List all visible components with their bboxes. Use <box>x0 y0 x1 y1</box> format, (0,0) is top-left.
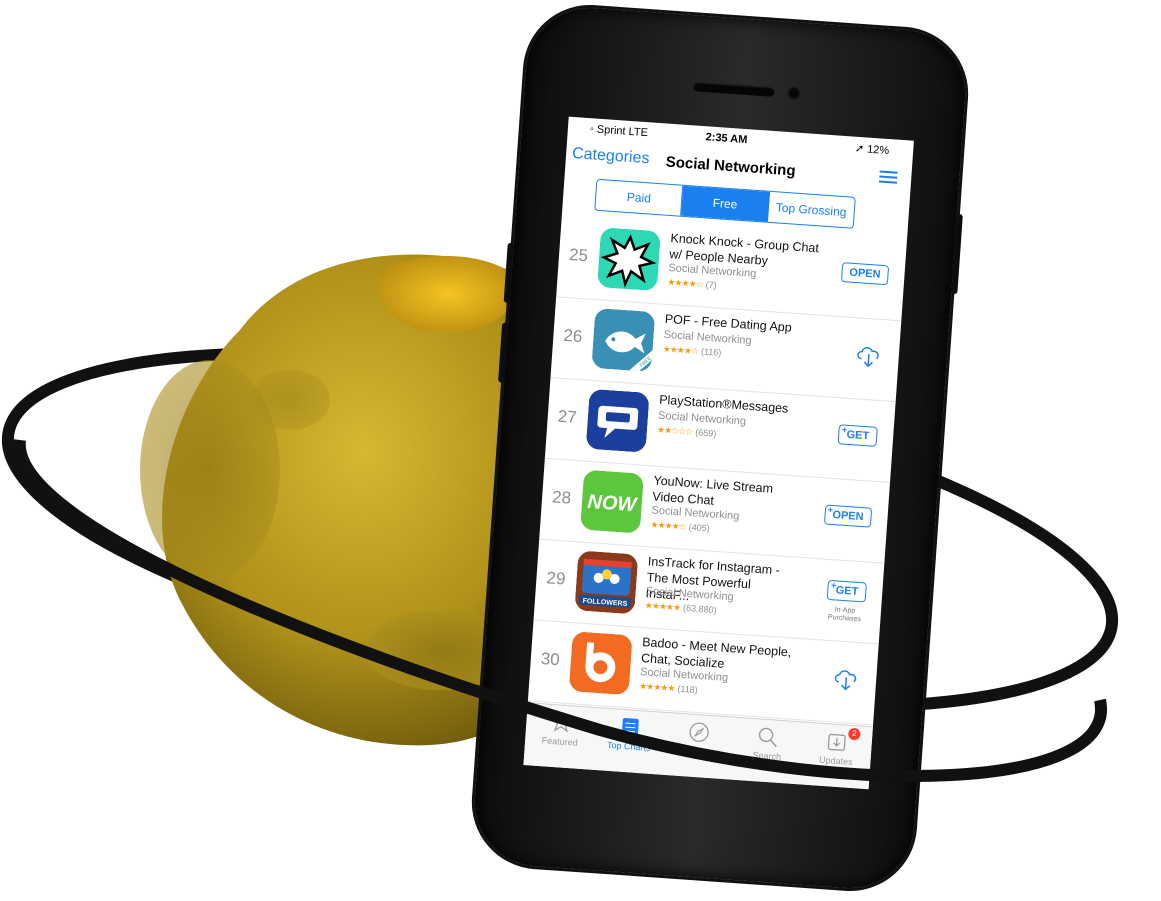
app-rating: ★★★★☆ (116) <box>662 344 721 359</box>
rank-number: 28 <box>551 487 572 508</box>
tab-explore[interactable]: Explore <box>661 713 734 780</box>
clock: 2:35 AM <box>705 131 748 147</box>
pof-app-icon: FREE <box>591 307 656 373</box>
carrier-label: ◦ Sprint LTE <box>589 123 649 140</box>
rating-count: (118) <box>677 683 699 696</box>
app-rating: ★★★★★ (118) <box>639 681 698 696</box>
tab-label: Top Charts <box>606 739 651 753</box>
star-icon <box>550 711 573 733</box>
rating-count: (659) <box>695 427 717 439</box>
rank-number: 30 <box>540 649 561 670</box>
instrack-app-icon: FOLLOWERS <box>574 550 639 615</box>
tab-updates[interactable]: 2 Updates <box>800 723 873 790</box>
open-button[interactable]: + OPEN <box>823 504 873 528</box>
rating-count: (7) <box>705 279 718 291</box>
rank-number: 27 <box>557 406 578 427</box>
rating-count: (405) <box>688 522 711 534</box>
crater-small <box>250 370 330 430</box>
playstation-messages-app-icon <box>585 388 650 453</box>
star-rating-icon: ★★★★☆ <box>667 276 704 290</box>
open-button-label: OPEN <box>831 509 864 524</box>
app-rating: ★★☆☆☆ (659) <box>657 425 717 440</box>
badoo-app-icon <box>568 631 633 696</box>
knock-knock-app-icon <box>596 227 661 292</box>
younow-logo-text: NOW <box>587 491 639 517</box>
rating-count: (116) <box>700 346 722 358</box>
rank-number: 29 <box>545 568 567 589</box>
get-button[interactable]: + GET <box>837 424 878 447</box>
tab-search[interactable]: Search <box>731 718 804 785</box>
star-rating-icon: ★★☆☆☆ <box>656 424 693 438</box>
segment-top-grossing[interactable]: Top Grossing <box>768 192 855 228</box>
open-button[interactable]: OPEN <box>840 262 890 286</box>
star-rating-icon: ★★★★★ <box>644 600 681 613</box>
app-store-screen: ◦ Sprint LTE 2:35 AM ➚ 12% Categories So… <box>523 116 914 790</box>
rating-count: (63,880) <box>682 602 717 616</box>
star-rating-icon: ★★★★☆ <box>650 519 687 532</box>
star-rating-icon: ★★★★☆ <box>662 343 699 357</box>
download-tray-icon <box>828 733 847 751</box>
updates-badge: 2 <box>847 727 861 741</box>
list-icon[interactable] <box>878 170 898 184</box>
get-button-label: GET <box>835 584 859 598</box>
phone-mockup: ◦ Sprint LTE 2:35 AM ➚ 12% Categories So… <box>470 3 970 893</box>
rank-number: 25 <box>568 245 589 266</box>
in-app-purchases-label: In-App Purchases <box>827 606 862 624</box>
tab-label: Explore <box>682 745 714 758</box>
tab-featured[interactable]: Featured <box>523 703 596 770</box>
tab-label: Featured <box>541 735 579 748</box>
get-button[interactable]: + GET <box>827 579 867 603</box>
segment-free[interactable]: Free <box>681 185 770 222</box>
app-list: 25 Knock Knock - Group Chat w/ People Ne… <box>527 216 907 726</box>
tab-label: Updates <box>818 754 853 768</box>
page-title: Social Networking <box>665 153 797 180</box>
cloud-download-icon[interactable] <box>831 663 861 693</box>
app-rating: ★★★★☆ (7) <box>667 277 717 291</box>
younow-app-icon: NOW <box>579 469 645 534</box>
rank-number: 26 <box>562 325 584 347</box>
search-icon <box>759 727 778 748</box>
compass-icon <box>689 722 709 742</box>
segment-paid[interactable]: Paid <box>595 179 684 216</box>
categories-back-button[interactable]: Categories <box>572 145 650 168</box>
get-button-label: GET <box>846 428 870 443</box>
battery-label: ➚ 12% <box>854 142 890 158</box>
list-icon <box>621 718 639 737</box>
star-rating-icon: ★★★★★ <box>638 680 675 694</box>
tab-top-charts[interactable]: Top Charts <box>592 708 665 775</box>
tab-label: Search <box>752 750 782 762</box>
app-rating: ★★★★☆ (405) <box>650 519 710 534</box>
cloud-download-icon[interactable] <box>854 340 884 370</box>
